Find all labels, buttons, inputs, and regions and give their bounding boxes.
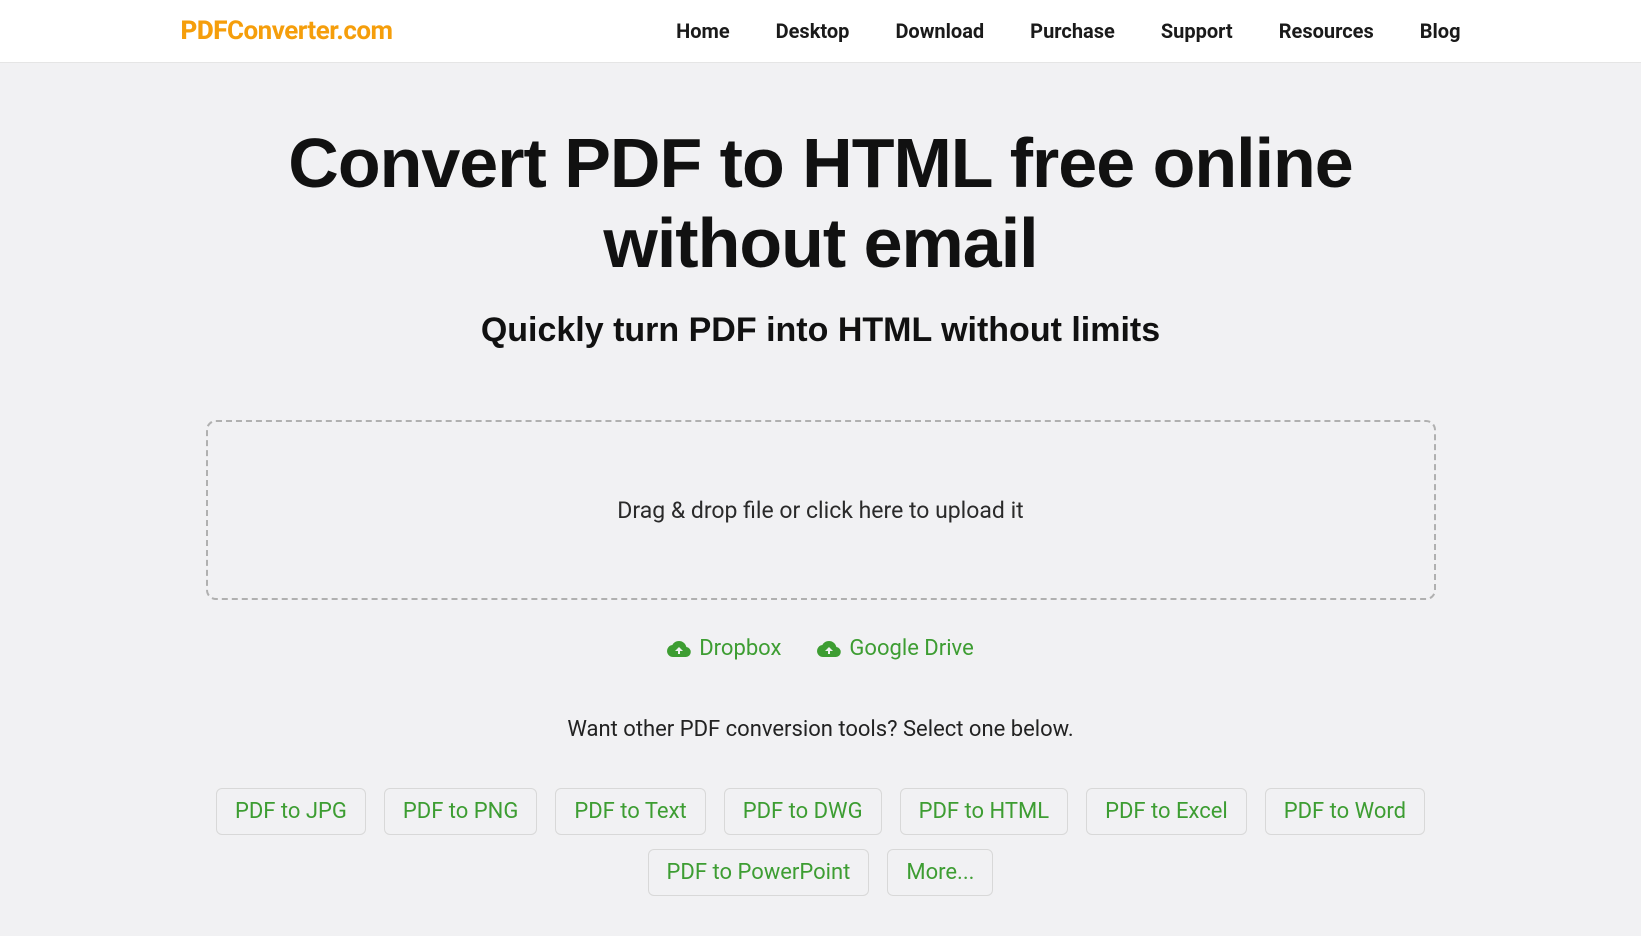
tool-pdf-to-excel[interactable]: PDF to Excel bbox=[1086, 788, 1247, 835]
google-drive-link[interactable]: Google Drive bbox=[817, 636, 973, 661]
nav-desktop[interactable]: Desktop bbox=[776, 19, 850, 43]
page-subtitle: Quickly turn PDF into HTML without limit… bbox=[181, 311, 1461, 350]
tool-pdf-to-jpg[interactable]: PDF to JPG bbox=[216, 788, 366, 835]
tool-pdf-to-png[interactable]: PDF to PNG bbox=[384, 788, 537, 835]
tools-prompt: Want other PDF conversion tools? Select … bbox=[181, 717, 1461, 742]
dropbox-label: Dropbox bbox=[699, 636, 781, 661]
nav-home[interactable]: Home bbox=[676, 19, 730, 43]
file-dropzone[interactable]: Drag & drop file or click here to upload… bbox=[206, 420, 1436, 600]
logo-rest: Converter.com bbox=[227, 16, 393, 46]
site-header: PDFConverter.com Home Desktop Download P… bbox=[0, 0, 1641, 63]
logo-bold: PDF bbox=[181, 16, 227, 46]
tool-pdf-to-powerpoint[interactable]: PDF to PowerPoint bbox=[648, 849, 870, 896]
tool-more[interactable]: More... bbox=[887, 849, 993, 896]
tools-row: PDF to JPG PDF to PNG PDF to Text PDF to… bbox=[206, 788, 1436, 896]
main-nav: Home Desktop Download Purchase Support R… bbox=[676, 19, 1460, 43]
site-logo[interactable]: PDFConverter.com bbox=[181, 16, 393, 46]
cloud-upload-row: Dropbox Google Drive bbox=[181, 636, 1461, 661]
google-drive-label: Google Drive bbox=[849, 636, 973, 661]
nav-download[interactable]: Download bbox=[895, 19, 984, 43]
main-content: Convert PDF to HTML free online without … bbox=[161, 63, 1481, 936]
cloud-upload-icon bbox=[667, 639, 691, 659]
nav-purchase[interactable]: Purchase bbox=[1030, 19, 1115, 43]
tool-pdf-to-dwg[interactable]: PDF to DWG bbox=[724, 788, 882, 835]
tool-pdf-to-word[interactable]: PDF to Word bbox=[1265, 788, 1425, 835]
tool-pdf-to-text[interactable]: PDF to Text bbox=[555, 788, 705, 835]
nav-support[interactable]: Support bbox=[1161, 19, 1233, 43]
cloud-upload-icon bbox=[817, 639, 841, 659]
tool-pdf-to-html[interactable]: PDF to HTML bbox=[900, 788, 1069, 835]
nav-blog[interactable]: Blog bbox=[1420, 19, 1461, 43]
nav-resources[interactable]: Resources bbox=[1279, 19, 1374, 43]
dropzone-text: Drag & drop file or click here to upload… bbox=[617, 497, 1023, 524]
page-title: Convert PDF to HTML free online without … bbox=[181, 123, 1461, 283]
dropbox-link[interactable]: Dropbox bbox=[667, 636, 781, 661]
